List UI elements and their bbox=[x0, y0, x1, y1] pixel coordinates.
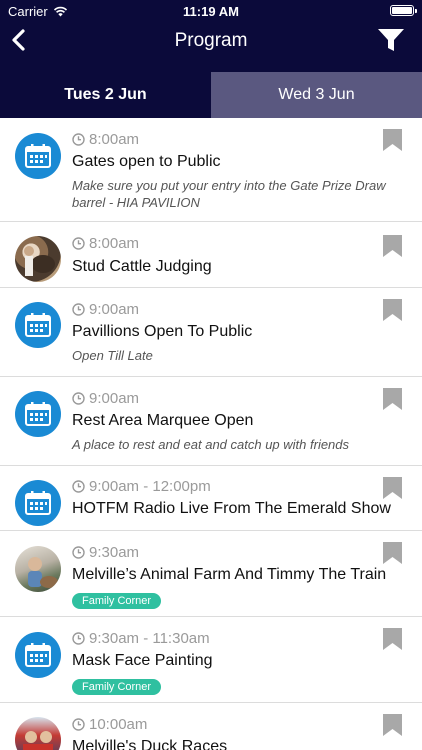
event-time-label: 9:00am bbox=[89, 390, 140, 407]
clock-icon bbox=[72, 303, 85, 316]
event-description: A place to rest and eat and catch up wit… bbox=[72, 437, 350, 452]
event-row[interactable]: 8:00am Gates open to Public Make sure yo… bbox=[0, 118, 422, 222]
clock-icon bbox=[72, 632, 85, 645]
bookmark-icon[interactable] bbox=[383, 714, 402, 736]
event-row[interactable]: 9:00am - 12:00pm HOTFM Radio Live From T… bbox=[0, 466, 422, 531]
animal-farm-photo bbox=[28, 557, 58, 588]
event-row[interactable]: 10:00am Melville's Duck Races bbox=[0, 703, 422, 750]
event-time: 8:00am bbox=[72, 131, 139, 148]
bookmark-icon[interactable] bbox=[383, 235, 402, 257]
event-time: 9:30am - 11:30am bbox=[72, 630, 210, 647]
bookmark-icon[interactable] bbox=[383, 299, 402, 321]
event-photo bbox=[15, 236, 61, 282]
event-title: Pavillions Open To Public bbox=[72, 323, 253, 340]
filter-icon[interactable] bbox=[376, 27, 406, 53]
bookmark-icon[interactable] bbox=[383, 129, 402, 151]
event-title: HOTFM Radio Live From The Emerald Show bbox=[72, 500, 391, 517]
cattle-photo bbox=[24, 246, 55, 276]
event-time-label: 8:00am bbox=[89, 235, 140, 252]
event-row[interactable]: 9:00am Rest Area Marquee Open A place to… bbox=[0, 377, 422, 466]
calendar-icon bbox=[25, 144, 51, 168]
event-row[interactable]: 9:30am - 11:30am Mask Face Painting Fami… bbox=[0, 617, 422, 703]
event-time-label: 9:00am - 12:00pm bbox=[89, 478, 211, 495]
bookmark-icon[interactable] bbox=[383, 542, 402, 564]
event-title: Stud Cattle Judging bbox=[72, 258, 212, 275]
clock-icon bbox=[72, 392, 85, 405]
event-time: 9:00am bbox=[72, 390, 139, 407]
event-avatar bbox=[15, 632, 61, 678]
tab-wed-3-jun[interactable]: Wed 3 Jun bbox=[211, 72, 422, 118]
event-avatar bbox=[15, 391, 61, 437]
event-photo bbox=[15, 717, 61, 750]
calendar-icon bbox=[25, 313, 51, 337]
bookmark-icon[interactable] bbox=[383, 388, 402, 410]
clock-icon bbox=[72, 133, 85, 146]
event-title: Rest Area Marquee Open bbox=[72, 412, 254, 429]
event-avatar bbox=[15, 480, 61, 526]
family-corner-tag: Family Corner bbox=[72, 679, 162, 695]
clock: 11:19 AM bbox=[183, 4, 239, 19]
event-description: Open Till Late bbox=[72, 348, 153, 363]
duck-races-photo bbox=[23, 731, 53, 750]
calendar-icon bbox=[25, 491, 51, 515]
event-title: Mask Face Painting bbox=[72, 652, 213, 669]
date-tabs: Tues 2 Jun Wed 3 Jun bbox=[0, 72, 422, 118]
clock-icon bbox=[72, 237, 85, 250]
bookmark-icon[interactable] bbox=[383, 628, 402, 650]
family-corner-tag: Family Corner bbox=[72, 593, 162, 609]
event-photo bbox=[15, 546, 61, 592]
clock-icon bbox=[72, 546, 85, 559]
event-time: 9:30am bbox=[72, 544, 139, 561]
event-time-label: 9:00am bbox=[89, 301, 140, 318]
event-time: 9:00am bbox=[72, 301, 139, 318]
event-time: 10:00am bbox=[72, 716, 147, 733]
event-time: 8:00am bbox=[72, 235, 139, 252]
tab-tues-2-jun[interactable]: Tues 2 Jun bbox=[0, 72, 211, 118]
navigation-bar: Program bbox=[0, 22, 422, 72]
event-time-label: 9:30am - 11:30am bbox=[89, 630, 210, 647]
calendar-icon bbox=[25, 643, 51, 667]
event-title: Melville’s Animal Farm And Timmy The Tra… bbox=[72, 566, 387, 583]
status-bar: Carrier 11:19 AM bbox=[0, 0, 422, 22]
clock-icon bbox=[72, 480, 85, 493]
calendar-icon bbox=[25, 402, 51, 426]
event-time-label: 9:30am bbox=[89, 544, 140, 561]
event-row[interactable]: 8:00am Stud Cattle Judging bbox=[0, 222, 422, 288]
event-description: Make sure you put your entry into the Ga… bbox=[72, 178, 386, 210]
bookmark-icon[interactable] bbox=[383, 477, 402, 499]
event-avatar bbox=[15, 302, 61, 348]
clock-icon bbox=[72, 718, 85, 731]
event-time-label: 8:00am bbox=[89, 131, 140, 148]
event-row[interactable]: 9:30am Melville’s Animal Farm And Timmy … bbox=[0, 531, 422, 617]
event-title: Melville's Duck Races bbox=[72, 738, 228, 750]
event-title: Gates open to Public bbox=[72, 153, 221, 170]
event-avatar bbox=[15, 133, 61, 179]
battery-icon bbox=[390, 5, 417, 16]
event-time-label: 10:00am bbox=[89, 716, 148, 733]
event-time: 9:00am - 12:00pm bbox=[72, 478, 211, 495]
event-row[interactable]: 9:00am Pavillions Open To Public Open Ti… bbox=[0, 288, 422, 377]
page-title: Program bbox=[174, 30, 248, 51]
